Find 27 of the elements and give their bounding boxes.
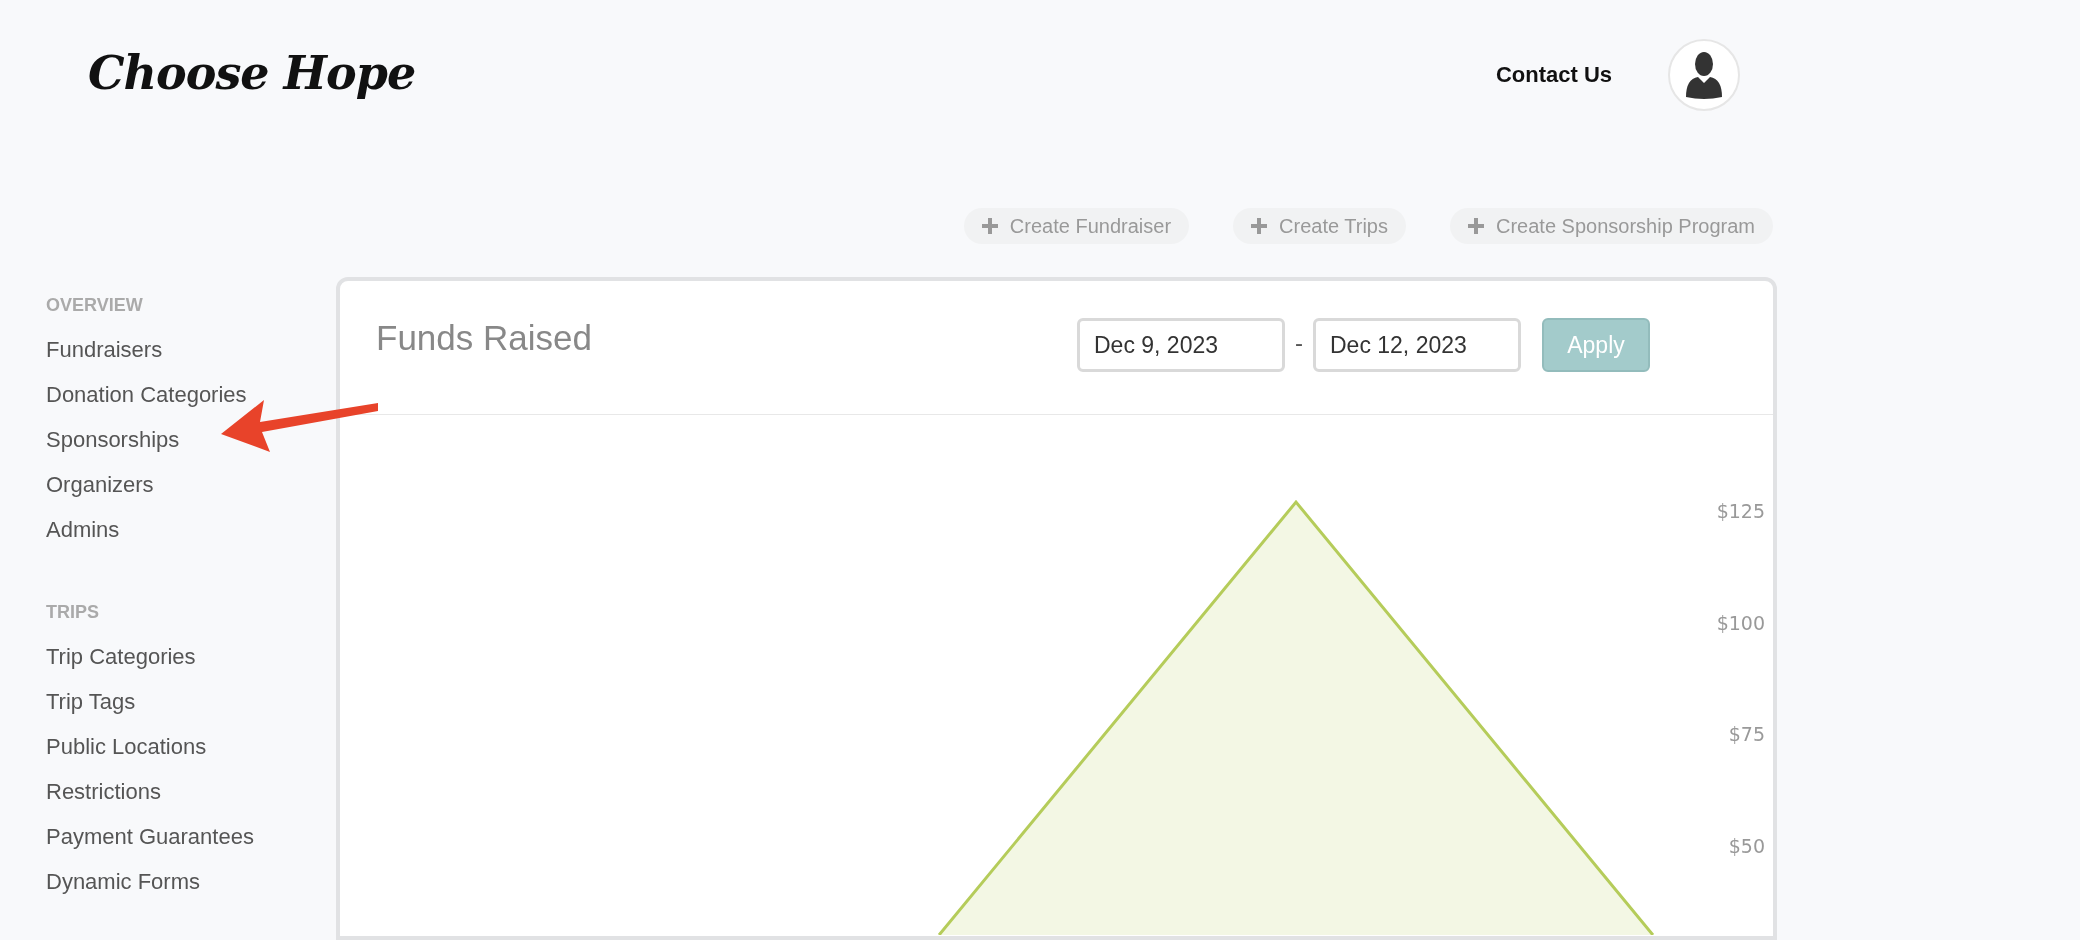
date-separator: - — [1295, 328, 1303, 358]
start-date-field[interactable]: Dec 9, 2023 — [1077, 318, 1285, 372]
sidebar-item[interactable]: Restrictions — [46, 769, 161, 814]
axis-label: $50 — [1728, 834, 1765, 857]
end-date-field[interactable]: Dec 12, 2023 — [1313, 318, 1521, 372]
sidebar-item[interactable]: Donation Categories — [46, 372, 247, 417]
plus-icon — [1468, 218, 1484, 234]
plus-icon — [981, 218, 998, 234]
sidebar-item[interactable]: Payment Guarantees — [46, 814, 254, 859]
sidebar-item[interactable]: Trip Categories — [46, 634, 196, 679]
contact-link[interactable]: Contact Us — [1495, 62, 1612, 88]
axis-label: $75 — [1728, 723, 1765, 745]
sidebar-item[interactable]: Public Locations — [46, 724, 207, 769]
sidebar-item[interactable]: Dynamic Forms — [46, 859, 200, 904]
plus-icon — [1251, 218, 1268, 234]
sidebar-item[interactable]: Sponsorships — [46, 417, 180, 462]
sidebar-item[interactable]: Trip Tags — [46, 679, 136, 724]
section-heading: OVERVIEW — [46, 294, 144, 317]
sidebar-item[interactable]: Fundraisers — [46, 327, 163, 372]
section-heading: TRIPS — [46, 601, 100, 624]
axis-label: $100 — [1716, 611, 1765, 634]
sidebar-item[interactable]: Organizers — [46, 462, 154, 507]
avatar-icon[interactable] — [1668, 39, 1740, 111]
logo[interactable]: Choose Hope — [88, 46, 416, 100]
sidebar-item[interactable]: Admins — [46, 507, 120, 552]
axis-label: $125 — [1716, 500, 1765, 522]
card-title: Funds Raised — [376, 318, 593, 358]
